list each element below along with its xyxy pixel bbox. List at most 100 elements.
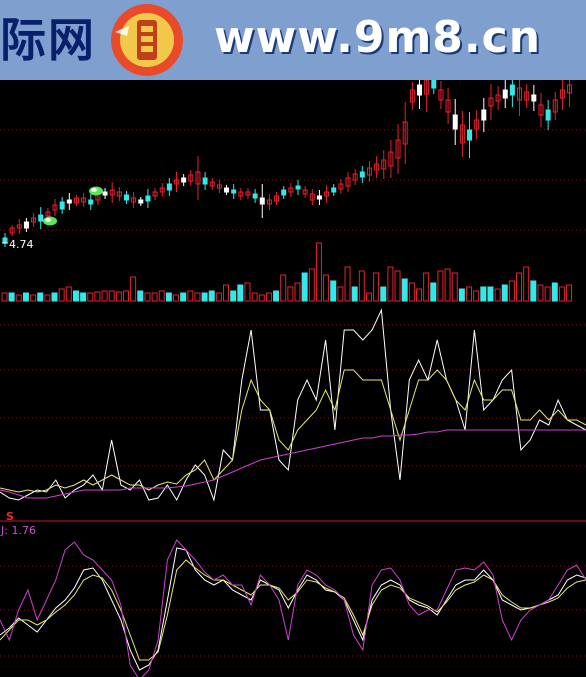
candle-body xyxy=(2,237,8,243)
candle-body xyxy=(88,199,94,205)
candle-body xyxy=(295,185,301,190)
grid-lines xyxy=(0,129,586,657)
candle-body xyxy=(416,84,422,96)
volume-bar xyxy=(430,282,437,302)
volume-bar xyxy=(72,290,79,302)
volume-bar xyxy=(165,292,172,302)
volume-bar xyxy=(80,292,87,302)
volume-bar xyxy=(315,242,322,302)
volume-bar xyxy=(494,288,501,302)
volume-bar xyxy=(215,292,222,302)
candle-body xyxy=(202,177,208,185)
volume-bar xyxy=(187,290,194,302)
kdj-panel xyxy=(0,539,586,677)
candle-body xyxy=(467,129,473,141)
volume-bar xyxy=(330,280,337,302)
volume-bar xyxy=(137,290,144,302)
volume-bar xyxy=(51,292,58,302)
volume-bar xyxy=(158,290,165,302)
volume-bar xyxy=(237,284,244,302)
candle-body xyxy=(145,195,151,202)
volume-bar xyxy=(201,292,208,302)
volume-bar xyxy=(101,290,108,302)
candle-body xyxy=(181,177,187,183)
volume-bar-series xyxy=(1,242,573,302)
volume-bar xyxy=(323,274,330,302)
volume-bar xyxy=(180,292,187,302)
volume-bar xyxy=(544,286,551,302)
coin-seal-logo-icon xyxy=(111,4,183,76)
volume-bar xyxy=(458,288,465,302)
candle-body xyxy=(66,199,72,204)
volume-bar xyxy=(373,272,380,302)
candle-body xyxy=(102,191,108,196)
volume-bar xyxy=(351,286,358,302)
volume-bar xyxy=(501,284,508,302)
candlestick-series xyxy=(2,80,573,247)
candle-body xyxy=(481,109,487,121)
candle-body xyxy=(252,193,258,199)
volume-bar xyxy=(401,278,408,302)
volume-bar xyxy=(15,294,22,302)
volume-bar xyxy=(58,288,65,302)
volume-bar xyxy=(387,266,394,302)
volume-bar xyxy=(65,286,72,302)
volume-bar xyxy=(44,294,51,302)
volume-bar xyxy=(337,286,344,302)
volume-bar xyxy=(508,280,515,302)
volume-bar xyxy=(115,291,122,302)
volume-bar xyxy=(365,292,372,302)
candle-body xyxy=(138,199,144,204)
volume-bar xyxy=(280,274,287,302)
banner-left-text: 际网 xyxy=(0,13,96,67)
volume-bar xyxy=(551,282,558,302)
volume-bar xyxy=(308,268,315,302)
candle-body xyxy=(531,94,537,102)
volume-bar xyxy=(173,294,180,302)
volume-bar xyxy=(423,272,430,302)
signal-marker: S xyxy=(6,510,14,523)
volume-bar xyxy=(265,292,272,302)
volume-bar xyxy=(451,272,458,302)
volume-bar xyxy=(301,272,308,302)
candle-body xyxy=(452,114,458,130)
kdj-j-label: J: 1.76 xyxy=(0,524,36,537)
volume-bar xyxy=(358,270,365,302)
volume-bar xyxy=(108,290,115,302)
candle-body xyxy=(359,171,365,178)
volume-bar xyxy=(251,292,258,302)
volume-bar xyxy=(130,276,137,302)
volume-bar xyxy=(8,292,15,302)
volume-bar xyxy=(151,292,158,302)
volume-bar xyxy=(344,266,351,302)
volume-bar xyxy=(244,282,251,302)
candle-body xyxy=(59,201,65,210)
volume-bar xyxy=(122,290,129,302)
volume-bar xyxy=(473,290,480,302)
candle-body xyxy=(431,80,437,89)
volume-bar xyxy=(566,284,573,302)
low-price-label: 4.74 xyxy=(9,238,34,251)
volume-bar xyxy=(487,286,494,302)
volume-bar xyxy=(144,292,151,302)
volume-bar xyxy=(537,284,544,302)
volume-bar xyxy=(466,286,473,302)
volume-bar xyxy=(22,292,29,302)
candle-body xyxy=(224,187,230,193)
candle-body xyxy=(545,109,551,121)
stock-chart: 4.74 S J: 1.76 xyxy=(0,80,586,677)
volume-bar xyxy=(480,286,487,302)
volume-bar xyxy=(37,292,44,302)
k-line xyxy=(0,547,586,671)
diamond-signal-icon xyxy=(43,216,57,226)
candle-body xyxy=(316,195,322,200)
volume-bar xyxy=(444,268,451,302)
volume-bar xyxy=(294,282,301,302)
diamond-signal-icon xyxy=(89,186,103,196)
volume-bar xyxy=(287,286,294,302)
candle-body xyxy=(509,84,515,96)
candle-body xyxy=(281,189,287,196)
volume-bar xyxy=(1,292,8,302)
volume-bar xyxy=(408,282,415,302)
volume-bar xyxy=(230,290,237,302)
